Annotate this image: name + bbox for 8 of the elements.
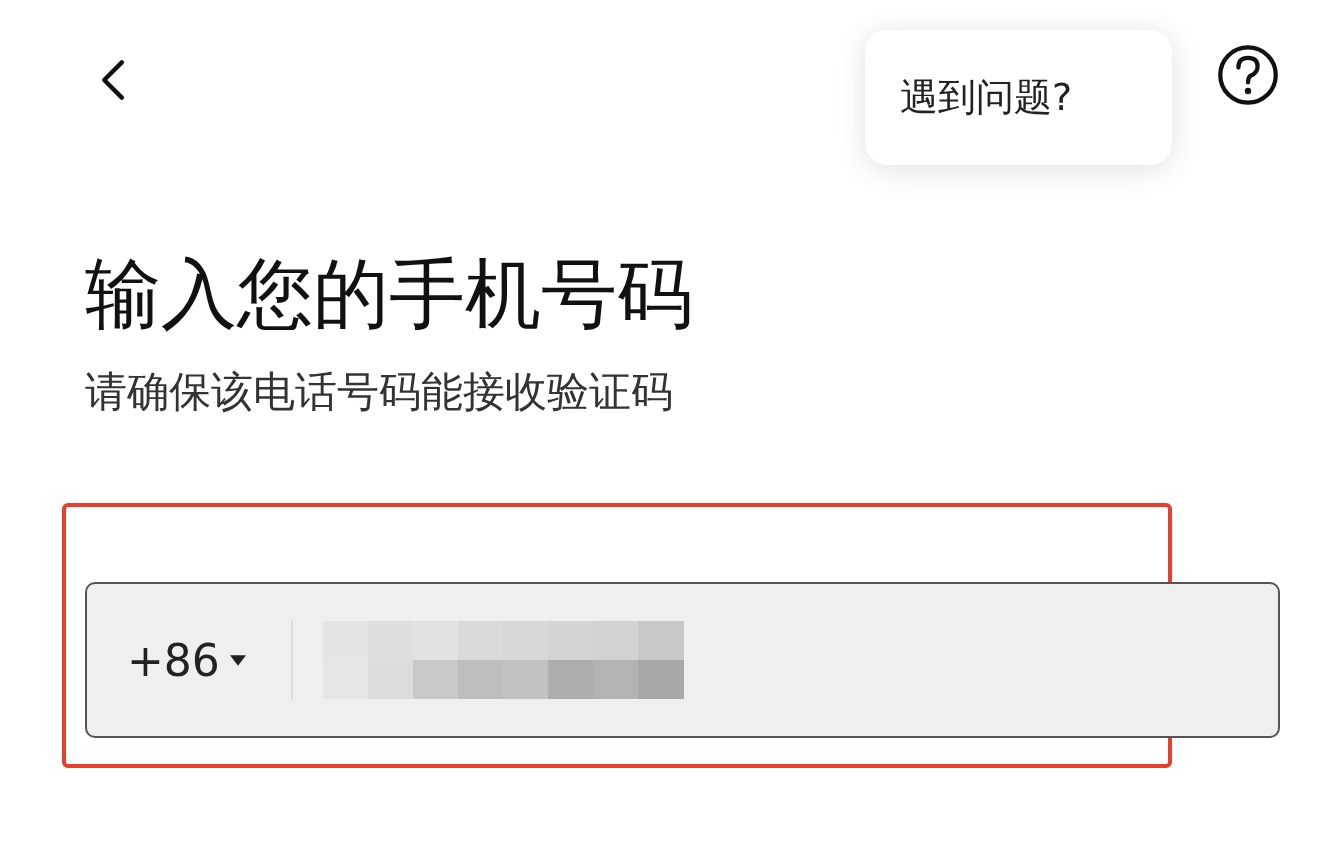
country-code-selector[interactable]: +86 (127, 634, 246, 686)
caret-icon (229, 654, 246, 666)
help-icon[interactable] (1216, 43, 1280, 107)
page-title: 输入您的手机号码 (85, 248, 694, 340)
page-subtitle: 请确保该电话号码能接收验证码 (85, 367, 674, 418)
help-tooltip: 遇到问题? (865, 30, 1172, 165)
phone-input-field[interactable]: +86 (85, 582, 1280, 738)
back-icon[interactable] (99, 58, 127, 102)
